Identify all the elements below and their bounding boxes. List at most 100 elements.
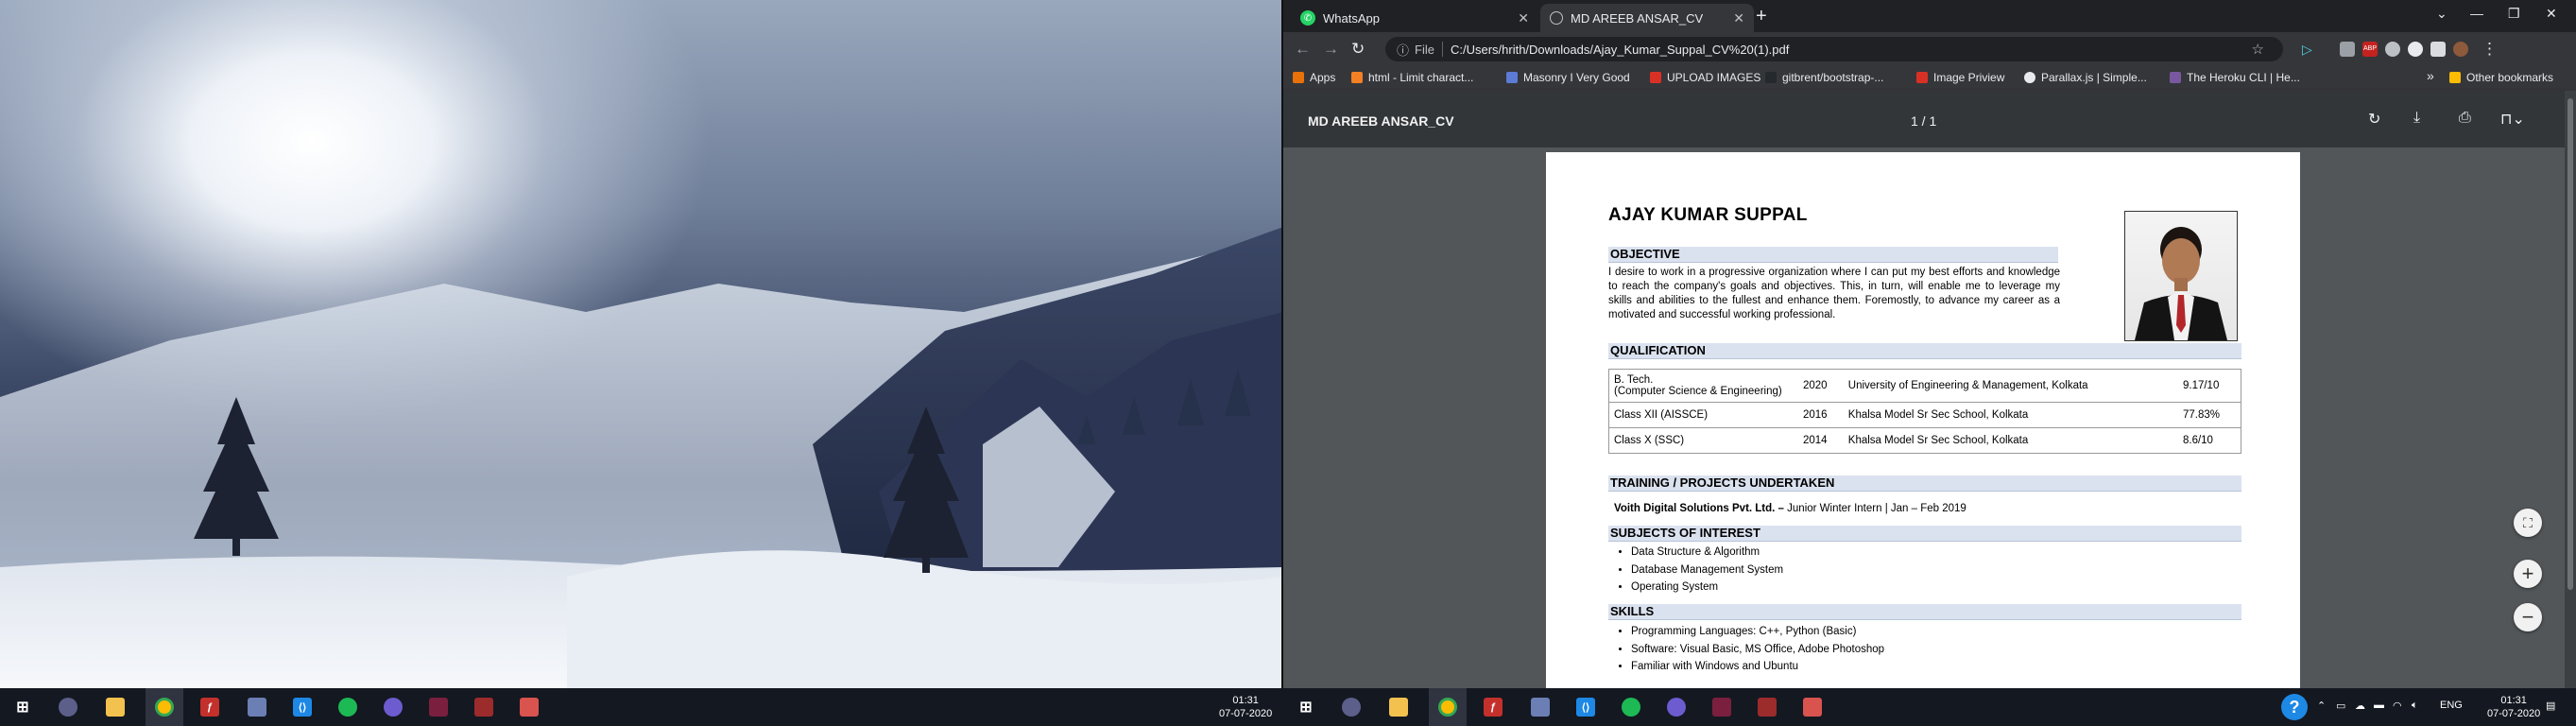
table-cell-degree: B. Tech. (Computer Science & Engineering): [1608, 369, 1798, 403]
bookmark-item[interactable]: Image Priview: [1916, 71, 2004, 84]
popcorn-icon[interactable]: [1803, 698, 1822, 717]
popcorn-icon[interactable]: [520, 698, 539, 717]
other-bookmarks[interactable]: Other bookmarks: [2449, 71, 2553, 84]
tab-title: MD AREEB ANSAR_CV: [1571, 10, 1704, 26]
list-item: Operating System: [1631, 579, 1783, 596]
windows-start-icon[interactable]: ⊞: [13, 698, 32, 717]
zoom-out-button[interactable]: −: [2514, 603, 2542, 631]
restore-button[interactable]: ❐: [2508, 6, 2520, 22]
bookmark-item[interactable]: html - Limit charact...: [1351, 71, 1473, 84]
table-cell-degree: Class X (SSC): [1608, 427, 1798, 454]
bookmark-apps[interactable]: Apps: [1293, 71, 1335, 84]
bookmark-item[interactable]: The Heroku CLI | He...: [2170, 71, 2300, 84]
battery-icon[interactable]: ▬: [2374, 700, 2384, 711]
download-icon[interactable]: ⤓: [2413, 110, 2420, 127]
table-cell-institute: Khalsa Model Sr Sec School, Kolkata: [1843, 402, 2178, 428]
pdf-viewport[interactable]: AJAY KUMAR SUPPAL OBJECTIVE I desire to …: [1283, 147, 2576, 688]
chrome-icon[interactable]: [155, 698, 174, 717]
settings-extension-icon[interactable]: [2408, 42, 2423, 57]
filezilla-icon[interactable]: ƒ: [1484, 698, 1503, 717]
wifi-icon[interactable]: ◠: [2393, 700, 2402, 712]
extension-icon[interactable]: [2340, 42, 2355, 57]
address-url[interactable]: C:/Users/hrith/Downloads/Ajay_Kumar_Supp…: [1451, 43, 1789, 57]
game-icon[interactable]: [1758, 698, 1777, 717]
bookmarks-bar: Apps html - Limit charact... Masonry I V…: [1283, 66, 2576, 91]
mail-icon[interactable]: [1531, 698, 1550, 717]
spotify-icon[interactable]: [1622, 698, 1640, 717]
clock[interactable]: 01:31 07-07-2020: [2487, 694, 2540, 720]
more-menu-icon[interactable]: ⋮: [2482, 40, 2498, 59]
file-explorer-icon[interactable]: [1389, 698, 1408, 717]
profile-menu-icon[interactable]: ⌄: [2436, 6, 2447, 22]
app-icon[interactable]: [1712, 698, 1731, 717]
cast-extension-icon[interactable]: ▷: [2302, 42, 2317, 57]
bookmark-item[interactable]: UPLOAD IMAGES: [1650, 71, 1760, 84]
folder-icon: [2449, 72, 2461, 83]
tab-pdf[interactable]: MD AREEB ANSAR_CV ✕: [1540, 4, 1754, 32]
puzzle-icon[interactable]: [2430, 42, 2446, 57]
chrome-window: ✆ WhatsApp ✕ MD AREEB ANSAR_CV ✕ + ⌄ — ❐…: [1283, 0, 2576, 688]
skills-list: Programming Languages: C++, Python (Basi…: [1614, 623, 1884, 676]
spotify-icon[interactable]: [338, 698, 357, 717]
reload-button[interactable]: ↻: [1351, 40, 1365, 59]
info-icon[interactable]: ⓘ: [1397, 41, 1409, 59]
help-icon[interactable]: ?: [2281, 694, 2308, 720]
table-cell-year: 2016: [1798, 402, 1844, 428]
app-icon[interactable]: [1342, 698, 1361, 717]
tab-title: WhatsApp: [1323, 10, 1380, 26]
globe-icon: [1550, 11, 1563, 25]
tab-whatsapp[interactable]: ✆ WhatsApp ✕: [1291, 4, 1538, 32]
onedrive-icon[interactable]: ☁: [2355, 700, 2365, 712]
rotate-icon[interactable]: ↻: [2368, 110, 2380, 129]
bookmarks-overflow-button[interactable]: »: [2427, 68, 2434, 83]
chrome-icon[interactable]: [1438, 698, 1457, 717]
vscode-icon[interactable]: ⟨⟩: [1576, 698, 1595, 717]
apps-grid-icon: [1293, 72, 1304, 83]
notifications-icon[interactable]: ▤: [2546, 700, 2555, 712]
clock-date: 07-07-2020: [1219, 708, 1273, 719]
close-window-button[interactable]: ✕: [2546, 6, 2557, 22]
app-icon[interactable]: [429, 698, 448, 717]
vscode-icon[interactable]: ⟨⟩: [293, 698, 312, 717]
heroku-icon: [2170, 72, 2181, 83]
clock[interactable]: 01:31 07-07-2020: [1219, 694, 1272, 720]
interest-list: Data Structure & Algorithm Database Mana…: [1614, 544, 1783, 596]
adblock-icon[interactable]: ABP: [2362, 42, 2378, 57]
close-tab-icon[interactable]: ✕: [1518, 10, 1529, 26]
new-tab-button[interactable]: +: [1756, 6, 1767, 27]
mail-icon[interactable]: [248, 698, 266, 717]
app-icon[interactable]: [384, 698, 403, 717]
app-icon[interactable]: [1667, 698, 1686, 717]
print-icon[interactable]: ⎙: [2459, 110, 2471, 127]
page-indicator[interactable]: 1 / 1: [1911, 113, 1936, 129]
back-button[interactable]: ←: [1295, 40, 1311, 59]
table-cell-year: 2014: [1798, 427, 1844, 454]
file-explorer-icon[interactable]: [106, 698, 125, 717]
scrollbar-thumb[interactable]: [2567, 98, 2573, 590]
bookmark-dropdown-icon[interactable]: ⊓⌄: [2500, 110, 2525, 129]
volume-icon[interactable]: 🔈︎: [2412, 700, 2418, 712]
filezilla-icon[interactable]: ƒ: [200, 698, 219, 717]
zoom-in-button[interactable]: +: [2514, 560, 2542, 588]
avatar[interactable]: [2453, 42, 2468, 57]
lightbulb-extension-icon[interactable]: [2385, 42, 2400, 57]
fit-to-page-button[interactable]: ⛶: [2514, 509, 2542, 537]
address-bar[interactable]: ⓘ File C:/Users/hrith/Downloads/Ajay_Kum…: [1385, 37, 2283, 61]
app-icon[interactable]: [59, 698, 77, 717]
bookmark-item[interactable]: gitbrent/bootstrap-...: [1765, 71, 1883, 84]
language-indicator[interactable]: ENG: [2440, 700, 2463, 711]
training-company: Voith Digital Solutions Pvt. Ltd. –: [1614, 503, 1784, 514]
forward-button[interactable]: →: [1323, 40, 1339, 59]
network-icon[interactable]: ▭: [2336, 700, 2345, 712]
game-icon[interactable]: [474, 698, 493, 717]
bookmark-star-icon[interactable]: ☆: [2252, 41, 2264, 58]
clock-time: 01:31: [1232, 695, 1259, 706]
table-cell-score: 8.6/10: [2177, 427, 2241, 454]
scrollbar[interactable]: [2565, 91, 2576, 688]
bookmark-item[interactable]: Masonry I Very Good: [1506, 71, 1630, 84]
close-tab-icon[interactable]: ✕: [1733, 10, 1744, 26]
bookmark-item[interactable]: Parallax.js | Simple...: [2024, 71, 2147, 84]
minimize-button[interactable]: —: [2470, 6, 2483, 21]
show-hidden-icons-icon[interactable]: ⌃: [2317, 700, 2326, 712]
windows-start-icon[interactable]: ⊞: [1297, 698, 1315, 717]
